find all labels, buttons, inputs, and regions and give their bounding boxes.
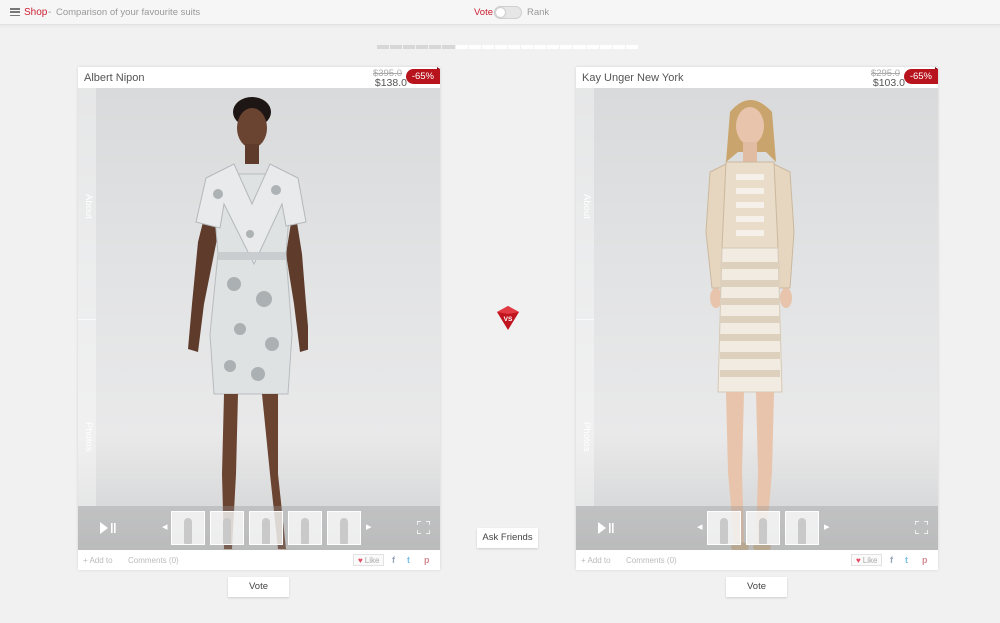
thumbnail-figure bbox=[759, 518, 767, 544]
progress-segment bbox=[494, 45, 507, 49]
side-divider bbox=[576, 319, 594, 320]
thumbnail[interactable] bbox=[707, 511, 741, 545]
twitter-icon[interactable]: t bbox=[407, 555, 410, 565]
shop-link[interactable]: Shop bbox=[24, 7, 47, 18]
card-header: Albert Nipon $395.0 $138.0 -65% bbox=[78, 67, 441, 89]
pinterest-icon[interactable]: p bbox=[424, 555, 430, 565]
comparison-progress bbox=[377, 45, 638, 49]
thumbnail-list bbox=[707, 511, 819, 545]
photos-tab[interactable]: Photos bbox=[578, 422, 592, 452]
progress-segment bbox=[377, 45, 390, 49]
fullscreen-icon[interactable] bbox=[417, 521, 430, 534]
heart-icon: ♥ bbox=[856, 556, 861, 565]
like-label: Like bbox=[364, 556, 380, 565]
thumbnail[interactable] bbox=[746, 511, 780, 545]
card-footer: + Add to Comments (0) ♥ Like f t p bbox=[576, 550, 938, 570]
progress-segment bbox=[586, 45, 599, 49]
progress-segment bbox=[612, 45, 625, 49]
progress-segment bbox=[468, 45, 481, 49]
progress-segment bbox=[547, 45, 560, 49]
progress-segment bbox=[560, 45, 573, 49]
thumbnail[interactable] bbox=[327, 511, 361, 545]
progress-segment bbox=[416, 45, 429, 49]
facebook-icon[interactable]: f bbox=[890, 555, 893, 565]
thumbnail[interactable] bbox=[288, 511, 322, 545]
vote-right-button[interactable]: Vote bbox=[726, 577, 787, 597]
page-description: Comparison of your favourite suits bbox=[56, 7, 201, 18]
twitter-icon[interactable]: t bbox=[905, 555, 908, 565]
thumbs-next-arrow[interactable]: ▸ bbox=[366, 520, 372, 533]
menu-icon[interactable] bbox=[10, 8, 20, 16]
progress-segment bbox=[403, 45, 416, 49]
side-divider bbox=[78, 319, 96, 320]
thumbs-prev-arrow[interactable]: ◂ bbox=[162, 520, 168, 533]
progress-segment bbox=[481, 45, 494, 49]
vs-label: VS bbox=[504, 316, 513, 323]
product-photo[interactable]: About Photos ◂ ▸ bbox=[576, 88, 938, 550]
model-figure bbox=[686, 92, 816, 550]
thumbnail-figure bbox=[262, 518, 270, 544]
progress-segment bbox=[390, 45, 403, 49]
thumbnail-bar: ◂ ▸ bbox=[78, 506, 440, 550]
thumbnail-figure bbox=[301, 518, 309, 544]
like-button[interactable]: ♥ Like bbox=[851, 554, 883, 566]
rank-mode-tab[interactable]: Rank bbox=[527, 7, 549, 18]
thumbnail[interactable] bbox=[171, 511, 205, 545]
thumbs-next-arrow[interactable]: ▸ bbox=[824, 520, 830, 533]
progress-segment bbox=[625, 45, 638, 49]
progress-segment bbox=[521, 45, 534, 49]
product-photo[interactable]: About Photos ◂ ▸ bbox=[78, 88, 440, 550]
photos-tab[interactable]: Photos bbox=[80, 422, 94, 452]
brand-name[interactable]: Albert Nipon bbox=[84, 72, 145, 84]
play-icon[interactable] bbox=[100, 521, 116, 535]
switch-knob bbox=[496, 8, 505, 17]
progress-segment bbox=[442, 45, 455, 49]
thumbnail-figure bbox=[223, 518, 231, 544]
progress-segment bbox=[429, 45, 442, 49]
play-icon[interactable] bbox=[598, 521, 614, 535]
fullscreen-icon[interactable] bbox=[915, 521, 928, 534]
thumbnail[interactable] bbox=[210, 511, 244, 545]
thumbnail-figure bbox=[340, 518, 348, 544]
card-footer: + Add to Comments (0) ♥ Like f t p bbox=[78, 550, 440, 570]
progress-segment bbox=[507, 45, 521, 49]
discount-badge: -65% bbox=[405, 67, 441, 84]
pinterest-icon[interactable]: p bbox=[922, 555, 928, 565]
vs-badge-icon: VS bbox=[497, 306, 519, 330]
about-tab[interactable]: About bbox=[578, 194, 592, 219]
thumbs-prev-arrow[interactable]: ◂ bbox=[697, 520, 703, 533]
thumbnail[interactable] bbox=[785, 511, 819, 545]
like-label: Like bbox=[862, 556, 878, 565]
card-header: Kay Unger New York $295.0 $103.0 -65% bbox=[576, 67, 939, 89]
heart-icon: ♥ bbox=[358, 556, 363, 565]
model-figure bbox=[178, 94, 308, 550]
thumbnail-figure bbox=[798, 518, 806, 544]
comments-link[interactable]: Comments (0) bbox=[626, 556, 677, 565]
breadcrumb-separator: - bbox=[48, 7, 52, 18]
product-card-right: Kay Unger New York $295.0 $103.0 -65% Ab… bbox=[576, 67, 939, 570]
thumbnail-figure bbox=[184, 518, 192, 544]
mode-switch[interactable] bbox=[494, 6, 522, 19]
progress-segment bbox=[455, 45, 468, 49]
progress-segment bbox=[534, 45, 547, 49]
product-card-left: Albert Nipon $395.0 $138.0 -65% About Ph… bbox=[78, 67, 441, 570]
add-to-link[interactable]: + Add to bbox=[581, 556, 611, 565]
vote-left-button[interactable]: Vote bbox=[228, 577, 289, 597]
facebook-icon[interactable]: f bbox=[392, 555, 395, 565]
thumbnail[interactable] bbox=[249, 511, 283, 545]
top-bar: Shop - Comparison of your favourite suit… bbox=[0, 0, 1000, 25]
progress-segment bbox=[599, 45, 612, 49]
comments-link[interactable]: Comments (0) bbox=[128, 556, 179, 565]
vote-mode-tab[interactable]: Vote bbox=[474, 7, 493, 18]
thumbnail-list bbox=[171, 511, 361, 545]
thumbnail-figure bbox=[720, 518, 728, 544]
progress-segment bbox=[573, 45, 586, 49]
thumbnail-bar: ◂ ▸ bbox=[576, 506, 938, 550]
ask-friends-button[interactable]: Ask Friends bbox=[477, 528, 538, 548]
discount-badge: -65% bbox=[903, 67, 939, 84]
like-button[interactable]: ♥ Like bbox=[353, 554, 385, 566]
about-tab[interactable]: About bbox=[80, 194, 94, 219]
add-to-link[interactable]: + Add to bbox=[83, 556, 113, 565]
brand-name[interactable]: Kay Unger New York bbox=[582, 72, 684, 84]
